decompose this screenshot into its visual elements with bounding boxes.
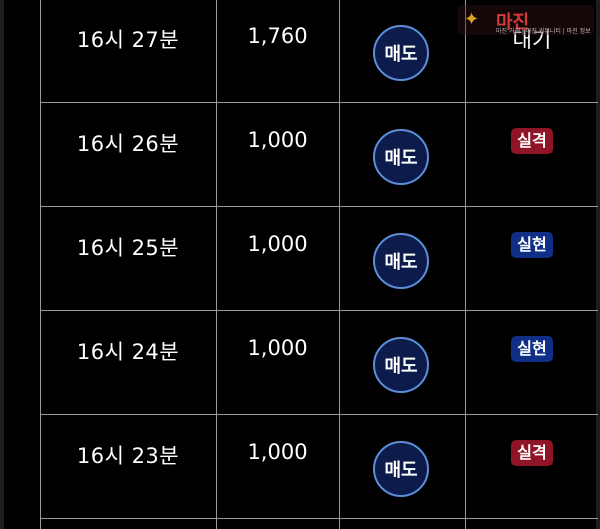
status-badge-fail: 실격 [511,128,553,154]
table-row: 16시 24분 1,000 매도 실현 [40,312,598,415]
table-row: 16시 25분 1,000 매도 실현 [40,208,598,311]
row-amount: 1,000 [247,128,308,152]
row-time: 16시 27분 [76,28,180,52]
grid-line-trade [465,0,466,529]
row-amount: 1,000 [247,336,308,360]
row-time: 16시 25분 [76,236,180,260]
grid-line-left-lower [40,416,41,529]
sell-button[interactable]: 매도 [373,337,429,393]
status-cell: 실현 [466,336,598,362]
status-cell: 실격 [466,128,598,154]
grid-line-amount [339,0,340,529]
grid-line-left [40,0,41,416]
table-row-partial [40,520,598,529]
status-badge-success: 실현 [511,336,553,362]
left-gutter [0,0,4,529]
row-amount: 1,000 [247,232,308,256]
trade-history-table: 16시 27분 1,760 매도 대기 16시 26분 1,000 매도 실격 … [40,0,598,529]
row-amount: 1,760 [247,24,308,48]
eagle-icon: ✦ [464,9,480,30]
row-amount: 1,000 [247,440,308,464]
status-badge-success: 실현 [511,232,553,258]
sell-button[interactable]: 매도 [373,25,429,81]
status-badge-fail: 실격 [511,440,553,466]
sell-button[interactable]: 매도 [373,233,429,289]
row-time: 16시 26분 [76,132,180,156]
watermark-logo: ✦ 마진 마진 거래 | 마진 커뮤니티 | 마진 정보 [458,5,594,35]
grid-line-time [216,0,217,529]
table-row: 16시 26분 1,000 매도 실격 [40,104,598,207]
row-time: 16시 24분 [76,340,180,364]
status-cell: 실격 [466,440,598,466]
status-cell: 실현 [466,232,598,258]
sell-button[interactable]: 매도 [373,129,429,185]
table-row: 16시 23분 1,000 매도 실격 [40,416,598,519]
sell-button[interactable]: 매도 [373,441,429,497]
row-time: 16시 23분 [76,444,180,468]
watermark-subtext: 마진 거래 | 마진 커뮤니티 | 마진 정보 [496,28,591,35]
